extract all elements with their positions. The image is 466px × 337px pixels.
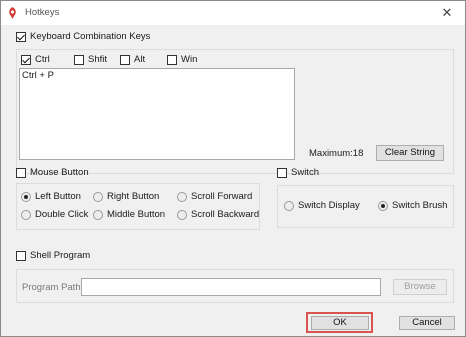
switch-brush-radio[interactable] <box>378 201 388 211</box>
hotkeys-dialog: Hotkeys ✕ Keyboard Combination Keys Ctrl… <box>0 0 466 337</box>
browse-button[interactable]: Browse <box>393 279 447 295</box>
scroll-forward-radio[interactable] <box>177 192 187 202</box>
shell-program-checkbox[interactable] <box>16 251 26 261</box>
keyboard-panel: Ctrl Shfit Alt Win Ctrl + P Maximum:18 C… <box>16 49 454 174</box>
middle-button-radio[interactable] <box>93 210 103 220</box>
scroll-forward-label: Scroll Forward <box>191 191 253 202</box>
program-path-label: Program Path <box>22 282 81 293</box>
right-button-radio[interactable] <box>93 192 103 202</box>
dialog-content: Keyboard Combination Keys Ctrl Shfit Alt… <box>1 25 465 336</box>
modifier-shift-checkbox[interactable] <box>74 55 84 65</box>
mouse-button-checkbox[interactable] <box>16 168 26 178</box>
program-path-input[interactable] <box>81 278 381 296</box>
scroll-backward-label: Scroll Backward <box>191 209 260 220</box>
modifier-alt-label: Alt <box>134 54 146 65</box>
cancel-button[interactable]: Cancel <box>399 316 455 330</box>
modifier-ctrl-label: Ctrl <box>35 54 50 65</box>
app-logo-icon <box>7 7 18 19</box>
close-icon[interactable]: ✕ <box>437 4 457 22</box>
switch-display-radio[interactable] <box>284 201 294 211</box>
maximum-label: Maximum:18 <box>309 148 364 159</box>
modifier-win-checkbox[interactable] <box>167 55 177 65</box>
switch-brush-label: Switch Brush <box>392 200 448 211</box>
modifier-win-label: Win <box>181 54 198 65</box>
ok-button[interactable]: OK <box>311 316 369 330</box>
shell-panel: Program Path Browse <box>16 269 454 303</box>
modifier-ctrl-checkbox[interactable] <box>21 55 31 65</box>
right-button-label: Right Button <box>107 191 160 202</box>
switch-display-label: Switch Display <box>298 200 360 211</box>
double-click-radio[interactable] <box>21 210 31 220</box>
keyboard-combination-checkbox[interactable] <box>16 32 26 42</box>
switch-panel: Switch Display Switch Brush <box>277 185 454 228</box>
mouse-panel: Left Button Right Button Scroll Forward … <box>16 183 260 230</box>
mouse-button-label: Mouse Button <box>30 167 89 178</box>
keys-textarea[interactable]: Ctrl + P <box>19 68 295 160</box>
double-click-label: Double Click <box>35 209 89 220</box>
clear-string-button[interactable]: Clear String <box>376 145 444 161</box>
modifier-alt-checkbox[interactable] <box>120 55 130 65</box>
left-button-radio[interactable] <box>21 192 31 202</box>
left-button-label: Left Button <box>35 191 81 202</box>
keyboard-combination-label: Keyboard Combination Keys <box>30 31 151 42</box>
switch-checkbox[interactable] <box>277 168 287 178</box>
title-bar: Hotkeys ✕ <box>1 1 465 25</box>
modifier-shift-label: Shfit <box>88 54 108 65</box>
switch-label: Switch <box>291 167 319 178</box>
shell-program-label: Shell Program <box>30 250 91 261</box>
window-title: Hotkeys <box>25 7 60 18</box>
middle-button-label: Middle Button <box>107 209 166 220</box>
scroll-backward-radio[interactable] <box>177 210 187 220</box>
